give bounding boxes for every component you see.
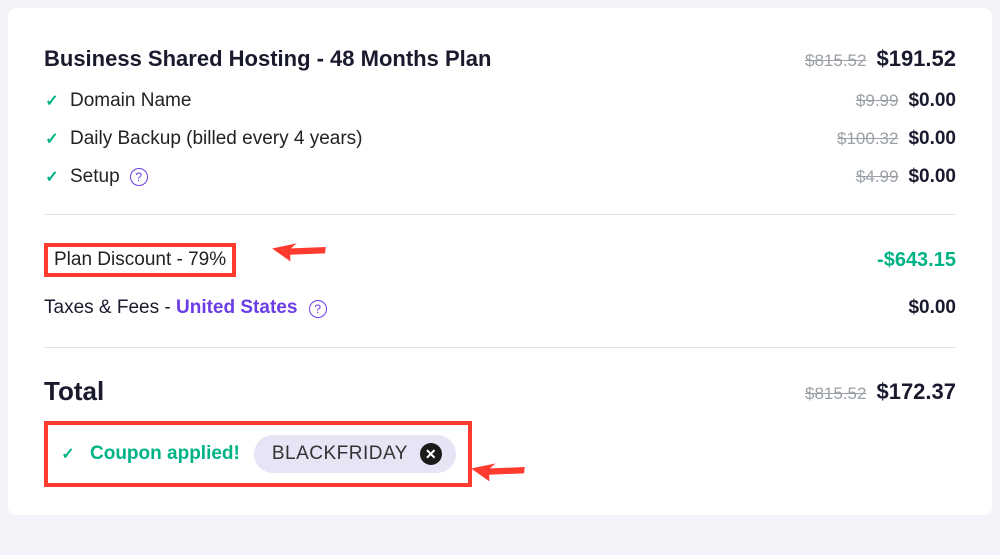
total-label: Total xyxy=(44,376,104,407)
order-summary-card: Business Shared Hosting - 48 Months Plan… xyxy=(8,8,992,515)
help-icon[interactable]: ? xyxy=(130,168,148,186)
item-old-price: $9.99 xyxy=(856,91,899,111)
item-price: $0.00 xyxy=(908,90,956,112)
divider xyxy=(44,347,956,348)
plan-price: $191.52 xyxy=(876,46,956,72)
item-label: Setup xyxy=(70,166,120,188)
plan-title: Business Shared Hosting - 48 Months Plan xyxy=(44,46,491,72)
line-item-setup: ✓ Setup ? $4.99 $0.00 xyxy=(44,158,956,196)
discount-row: Plan Discount - 79% -$643.15 xyxy=(44,233,956,287)
item-label: Daily Backup (billed every 4 years) xyxy=(70,128,363,150)
plan-row: Business Shared Hosting - 48 Months Plan… xyxy=(44,36,956,82)
help-icon[interactable]: ? xyxy=(309,300,327,318)
line-item-domain: ✓ Domain Name $9.99 $0.00 xyxy=(44,82,956,120)
item-label: Domain Name xyxy=(70,90,191,112)
total-row: Total $815.52 $172.37 xyxy=(44,366,956,421)
item-old-price: $4.99 xyxy=(856,167,899,187)
total-price: $172.37 xyxy=(876,379,956,405)
coupon-code: BLACKFRIDAY xyxy=(272,443,408,465)
discount-label: Plan Discount - 79% xyxy=(54,249,226,270)
tax-row: Taxes & Fees - United States ? $0.00 xyxy=(44,287,956,329)
annotation-arrow-icon xyxy=(467,441,529,498)
tax-country-link[interactable]: United States xyxy=(176,297,297,318)
check-icon: ✓ xyxy=(44,129,60,149)
check-icon: ✓ xyxy=(44,167,60,187)
divider xyxy=(44,214,956,215)
plan-old-price: $815.52 xyxy=(805,51,866,71)
plan-price-group: $815.52 $191.52 xyxy=(805,46,956,72)
item-old-price: $100.32 xyxy=(837,129,898,149)
tax-prefix: Taxes & Fees - xyxy=(44,297,176,318)
coupon-pill: BLACKFRIDAY ✕ xyxy=(254,435,456,473)
total-old-price: $815.52 xyxy=(805,384,866,404)
line-item-backup: ✓ Daily Backup (billed every 4 years) $1… xyxy=(44,120,956,158)
coupon-row: ✓ Coupon applied! BLACKFRIDAY ✕ xyxy=(44,421,472,487)
item-price: $0.00 xyxy=(908,166,956,188)
check-icon: ✓ xyxy=(44,91,60,111)
discount-highlight: Plan Discount - 79% xyxy=(44,243,236,277)
coupon-applied-text: Coupon applied! xyxy=(90,443,240,465)
item-price: $0.00 xyxy=(908,128,956,150)
remove-coupon-button[interactable]: ✕ xyxy=(420,443,442,465)
tax-value: $0.00 xyxy=(908,297,956,319)
tax-label-group: Taxes & Fees - United States ? xyxy=(44,297,327,319)
check-icon: ✓ xyxy=(60,444,76,464)
discount-value: -$643.15 xyxy=(877,249,956,272)
